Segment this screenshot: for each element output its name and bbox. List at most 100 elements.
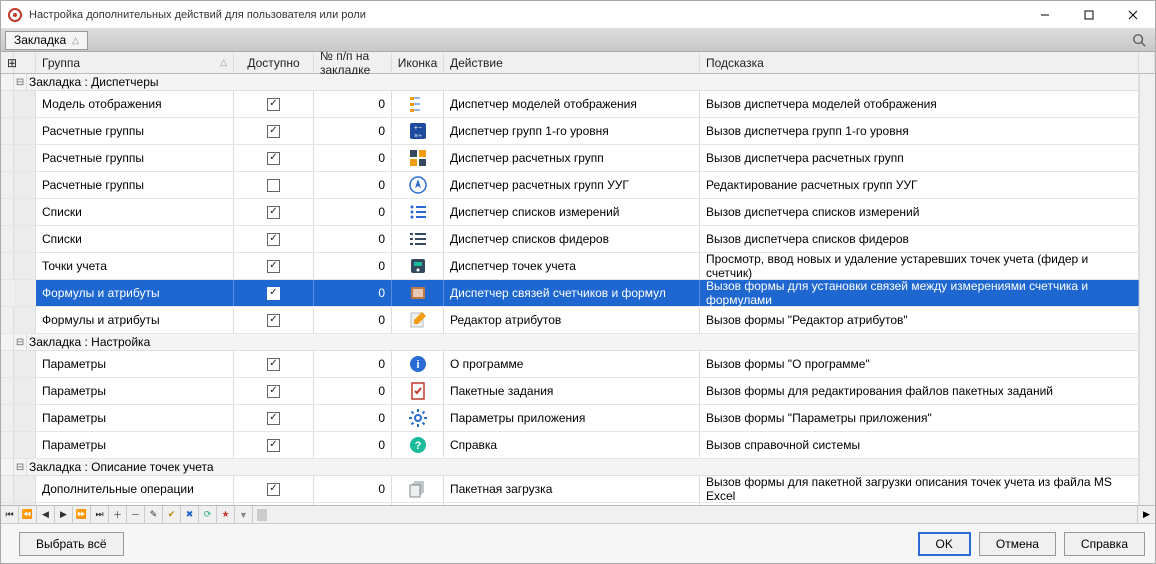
table-row[interactable]: Формулы и атрибуты 0 Редактор атрибутов …: [1, 307, 1155, 334]
table-row[interactable]: Параметры 0 ? Справка Вызов справочной с…: [1, 432, 1155, 459]
table-row[interactable]: Формулы и атрибуты 0 Диспетчер связей сч…: [1, 280, 1155, 307]
table-row[interactable]: Списки 0 Диспетчер списков фидеров Вызов…: [1, 226, 1155, 253]
cell-available[interactable]: [234, 378, 314, 404]
checkbox[interactable]: [267, 385, 280, 398]
cell-available[interactable]: [234, 118, 314, 144]
row-indicator: [1, 91, 14, 117]
cell-available[interactable]: [234, 476, 314, 502]
cell-icon: [392, 405, 444, 431]
close-button[interactable]: [1111, 2, 1155, 28]
header-icon[interactable]: Иконка: [392, 52, 444, 73]
header-available[interactable]: Доступно: [234, 52, 314, 73]
cell-icon: [392, 280, 444, 306]
table-row[interactable]: Дополнительные операции 0 Склад счетчико…: [1, 503, 1155, 505]
table-row[interactable]: Расчетные группы 0 Диспетчер расчетных г…: [1, 145, 1155, 172]
header-expand[interactable]: ⊞: [1, 52, 14, 73]
nav-delete[interactable]: －: [127, 506, 145, 523]
header-action[interactable]: Действие: [444, 52, 700, 73]
row-indicator: [1, 199, 14, 225]
nav-refresh[interactable]: ⟳: [199, 506, 217, 523]
table-row[interactable]: Списки 0 Диспетчер списков измерений Выз…: [1, 199, 1155, 226]
table-row[interactable]: Точки учета 0 Диспетчер точек учета Прос…: [1, 253, 1155, 280]
vertical-scrollbar[interactable]: [1139, 74, 1155, 505]
header-group[interactable]: Группа△: [36, 52, 234, 73]
cell-available[interactable]: [234, 432, 314, 458]
checkbox[interactable]: [267, 98, 280, 111]
cell-available[interactable]: [234, 199, 314, 225]
checkbox[interactable]: [267, 152, 280, 165]
maximize-button[interactable]: [1067, 2, 1111, 28]
checkbox[interactable]: [267, 412, 280, 425]
cell-available[interactable]: [234, 91, 314, 117]
table-row[interactable]: Расчетные группы 0 Диспетчер расчетных г…: [1, 172, 1155, 199]
cell-available[interactable]: [234, 253, 314, 279]
nav-post[interactable]: ✔: [163, 506, 181, 523]
checkbox[interactable]: [267, 439, 280, 452]
table-row[interactable]: Модель отображения 0 Диспетчер моделей о…: [1, 91, 1155, 118]
table-row[interactable]: Параметры 0 Пакетные задания Вызов формы…: [1, 378, 1155, 405]
nav-next[interactable]: ▶: [55, 506, 73, 523]
row-indicator: [1, 476, 14, 502]
cell-group: Параметры: [36, 378, 234, 404]
group-row[interactable]: ⊟ Закладка : Настройка: [1, 334, 1155, 351]
nav-filter[interactable]: ▼: [235, 506, 253, 523]
cell-available[interactable]: [234, 172, 314, 198]
cell-num: 0: [314, 432, 392, 458]
help-button[interactable]: Справка: [1064, 532, 1145, 556]
table-row[interactable]: Параметры 0 Параметры приложения Вызов ф…: [1, 405, 1155, 432]
indent-cell: [14, 172, 36, 198]
group-chip-zakladka[interactable]: Закладка △: [5, 31, 88, 50]
header-hint[interactable]: Подсказка: [700, 52, 1139, 73]
cell-available[interactable]: [234, 503, 314, 505]
table-row[interactable]: Расчетные группы 0 +−×÷ Диспетчер групп …: [1, 118, 1155, 145]
nav-cancel[interactable]: ✖: [181, 506, 199, 523]
svg-text:?: ?: [414, 440, 421, 452]
nav-insert[interactable]: ＋: [109, 506, 127, 523]
checkbox[interactable]: [267, 233, 280, 246]
cell-icon: +−×÷: [392, 118, 444, 144]
indent-cell: [14, 199, 36, 225]
checkbox[interactable]: [267, 287, 280, 300]
checkbox[interactable]: [267, 358, 280, 371]
checkbox[interactable]: [267, 206, 280, 219]
search-button[interactable]: [1127, 30, 1151, 50]
row-indicator: [1, 405, 14, 431]
cell-available[interactable]: [234, 405, 314, 431]
select-all-button[interactable]: Выбрать всё: [19, 532, 124, 556]
collapse-icon[interactable]: ⊟: [16, 462, 24, 473]
nav-prev[interactable]: ◀: [37, 506, 55, 523]
cell-action: Справка: [444, 432, 700, 458]
nav-prev-page[interactable]: ⏪: [19, 506, 37, 523]
h-scroll-right[interactable]: ▶: [1137, 506, 1155, 523]
ok-button[interactable]: OK: [918, 532, 971, 556]
checkbox[interactable]: [267, 179, 280, 192]
checkbox[interactable]: [267, 260, 280, 273]
table-row[interactable]: Дополнительные операции 0 Пакетная загру…: [1, 476, 1155, 503]
cell-available[interactable]: [234, 226, 314, 252]
indent-cell: [14, 145, 36, 171]
nav-last[interactable]: ⏭: [91, 506, 109, 523]
h-scroll-track[interactable]: [253, 506, 1137, 523]
cell-available[interactable]: [234, 351, 314, 377]
nav-first[interactable]: ⏮: [1, 506, 19, 523]
table-row[interactable]: Параметры 0 i О программе Вызов формы "О…: [1, 351, 1155, 378]
nav-edit[interactable]: ✎: [145, 506, 163, 523]
group-row[interactable]: ⊟ Закладка : Диспетчеры: [1, 74, 1155, 91]
group-row[interactable]: ⊟ Закладка : Описание точек учета: [1, 459, 1155, 476]
nav-next-page[interactable]: ⏩: [73, 506, 91, 523]
collapse-icon[interactable]: ⊟: [16, 337, 24, 348]
checkbox[interactable]: [267, 314, 280, 327]
checkbox[interactable]: [267, 125, 280, 138]
cell-available[interactable]: [234, 280, 314, 306]
cell-hint: Вызов справочной системы: [700, 432, 1139, 458]
collapse-icon[interactable]: ⊟: [16, 77, 24, 88]
cell-icon: [392, 307, 444, 333]
cell-available[interactable]: [234, 145, 314, 171]
minimize-button[interactable]: [1023, 2, 1067, 28]
checkbox[interactable]: [267, 483, 280, 496]
cell-available[interactable]: [234, 307, 314, 333]
cell-group: Параметры: [36, 351, 234, 377]
cancel-button[interactable]: Отмена: [979, 532, 1056, 556]
header-num[interactable]: № п/п на закладке: [314, 52, 392, 73]
nav-bookmark[interactable]: ★: [217, 506, 235, 523]
